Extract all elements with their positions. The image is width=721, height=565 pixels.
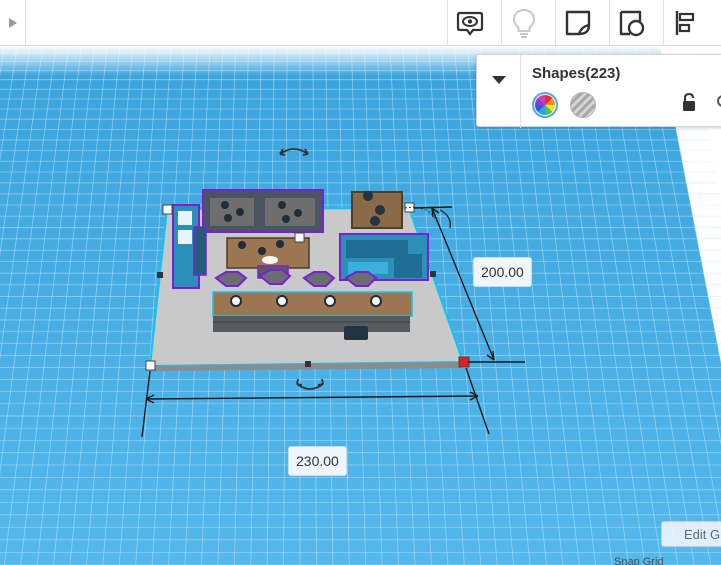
corner-handle-active	[458, 356, 470, 368]
hole-swatch[interactable]	[570, 92, 596, 118]
solid-color-swatch[interactable]	[532, 92, 558, 118]
eye-speech-icon	[456, 11, 483, 36]
notes-button[interactable]	[501, 0, 545, 46]
align-icon	[675, 11, 694, 35]
width-dimension-input[interactable]: 230.00	[288, 446, 347, 476]
booth-cluster-top-right[interactable]	[351, 191, 403, 229]
chevron-down-icon	[491, 76, 506, 84]
lock-icon	[683, 92, 695, 111]
edit-grid-button[interactable]: Edit G	[661, 521, 721, 547]
panel-collapse-button[interactable]	[477, 55, 521, 128]
note-shape-button[interactable]	[555, 0, 599, 46]
snap-grid-label[interactable]: Snap Grid	[614, 556, 664, 565]
collapse-left-button[interactable]	[0, 0, 26, 46]
note-shape-icon	[565, 10, 590, 36]
shape-ruler-icon	[619, 10, 644, 37]
align-button[interactable]	[663, 0, 707, 46]
shapes-panel: Shapes(223)	[476, 54, 721, 128]
lock-button[interactable]	[681, 92, 697, 117]
shape-ruler-button[interactable]	[609, 0, 653, 46]
view-camera-button[interactable]	[447, 0, 491, 46]
booth-cluster-top-left[interactable]	[202, 189, 324, 233]
arrow-right-icon	[8, 18, 17, 28]
light-icon[interactable]	[717, 95, 721, 107]
shapes-count-title: Shapes(223)	[532, 65, 621, 82]
top-toolbar	[0, 0, 721, 46]
lightbulb-icon	[512, 8, 535, 38]
depth-dimension-input[interactable]: 200.00	[473, 257, 532, 287]
